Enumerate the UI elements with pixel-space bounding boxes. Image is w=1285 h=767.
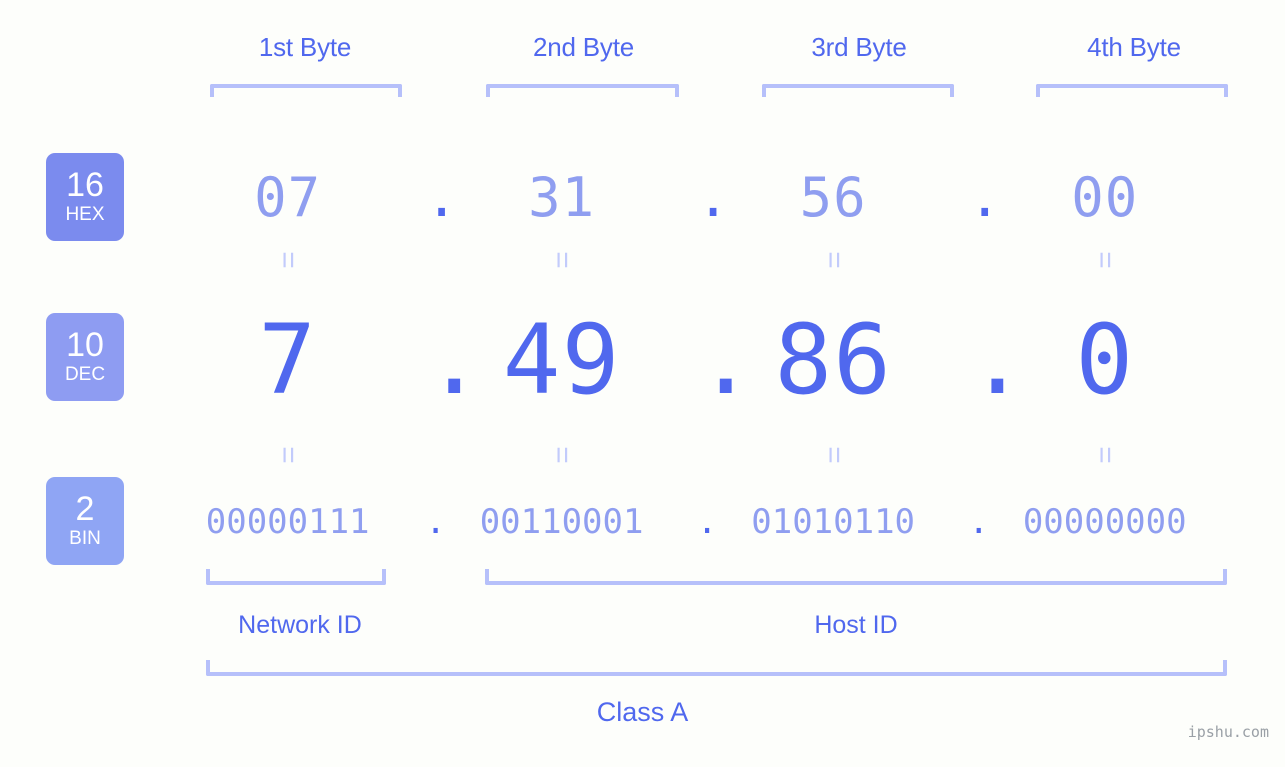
- bin-byte-2: 00110001: [479, 502, 644, 542]
- host-id-label: Host ID: [814, 611, 898, 639]
- base-badge-bin: 2 BIN: [46, 477, 124, 565]
- byte-header-4: 4th Byte: [1087, 32, 1181, 62]
- byte-bracket-2: [486, 84, 679, 97]
- bin-value-row: 00000111 . 00110001 . 01010110 . 0000000…: [150, 492, 1240, 552]
- base-badge-hex: 16 HEX: [46, 153, 124, 241]
- equals-row-dec-bin: = = = =: [150, 440, 1240, 470]
- dec-value-row: 7 . 49 . 86 . 0: [150, 300, 1240, 420]
- base-badge-dec-name: DEC: [64, 364, 106, 385]
- bin-byte-4: 00000000: [1022, 502, 1187, 542]
- network-id-bracket: [206, 569, 386, 585]
- bin-byte-1: 00000111: [205, 502, 370, 542]
- base-badge-dec-number: 10: [66, 326, 104, 364]
- ip-breakdown-diagram: 1st Byte 2nd Byte 3rd Byte 4th Byte 16 H…: [0, 0, 1285, 767]
- byte-bracket-4: [1036, 84, 1228, 97]
- byte-bracket-3: [762, 84, 954, 97]
- equals-row-hex-dec: = = = =: [150, 245, 1240, 275]
- byte-header-3: 3rd Byte: [811, 32, 907, 62]
- class-bracket: [206, 660, 1227, 676]
- byte-bracket-1: [210, 84, 402, 97]
- class-label: Class A: [596, 697, 689, 727]
- host-id-bracket: [485, 569, 1227, 585]
- network-id-label: Network ID: [238, 611, 362, 639]
- hex-value-row: 07 . 31 . 56 . 00: [150, 152, 1240, 242]
- watermark: ipshu.com: [1187, 723, 1269, 741]
- byte-header-1: 1st Byte: [258, 32, 352, 62]
- base-badge-dec: 10 DEC: [46, 313, 124, 401]
- bin-byte-3: 01010110: [751, 502, 916, 542]
- base-badge-hex-number: 16: [66, 166, 104, 204]
- base-badge-bin-name: BIN: [69, 528, 101, 549]
- base-badge-bin-number: 2: [75, 490, 95, 528]
- base-badge-hex-name: HEX: [65, 204, 105, 225]
- byte-header-2: 2nd Byte: [532, 32, 635, 62]
